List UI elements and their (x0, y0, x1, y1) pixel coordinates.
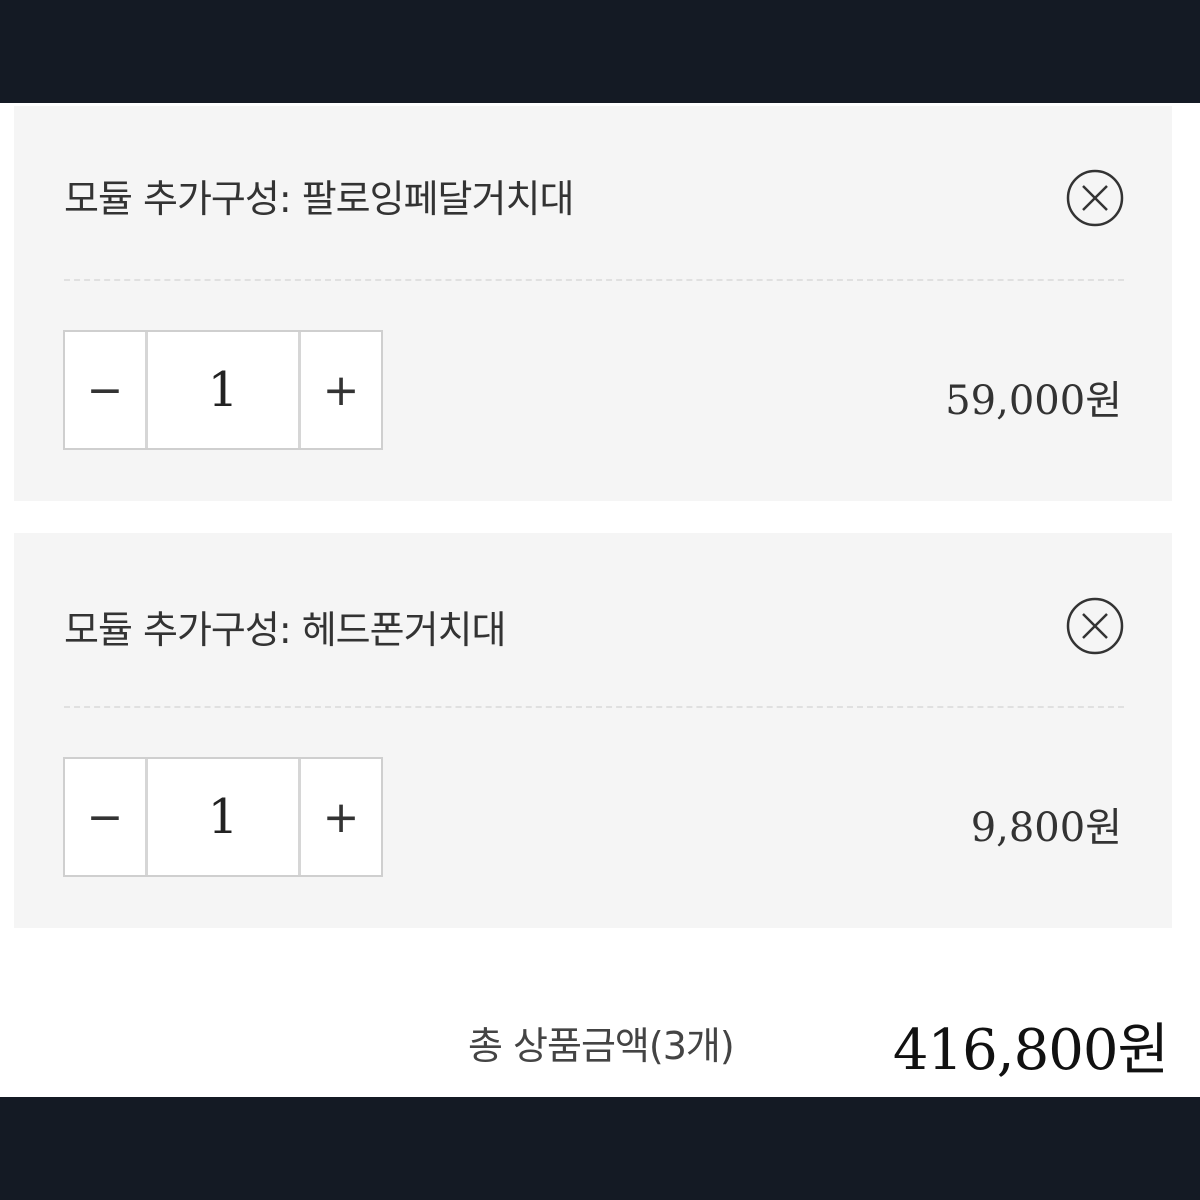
close-circle-icon (1066, 597, 1124, 655)
quantity-stepper: − 1 + (63, 330, 383, 450)
option-card: 모듈 추가구성: 헤드폰거치대 − 1 + 9,800원 (14, 533, 1172, 928)
quantity-stepper: − 1 + (63, 757, 383, 877)
top-bar (0, 0, 1200, 103)
dashed-divider (64, 706, 1124, 708)
remove-option-button[interactable] (1066, 597, 1124, 655)
decrement-button[interactable]: − (65, 332, 145, 448)
quantity-field[interactable]: 1 (145, 332, 301, 448)
option-card: 모듈 추가구성: 팔로잉페달거치대 − 1 + 59,000원 (14, 106, 1172, 501)
decrement-button[interactable]: − (65, 759, 145, 875)
option-price: 9,800원 (970, 805, 1122, 851)
total-label: 총 상품금액(3개) (468, 1024, 735, 1068)
dashed-divider (64, 279, 1124, 281)
total-price: 416,800원 (892, 1018, 1169, 1083)
option-price: 59,000원 (945, 378, 1122, 424)
option-title: 모듈 추가구성: 팔로잉페달거치대 (64, 177, 574, 221)
increment-button[interactable]: + (301, 759, 381, 875)
remove-option-button[interactable] (1066, 169, 1124, 227)
quantity-field[interactable]: 1 (145, 759, 301, 875)
option-title: 모듈 추가구성: 헤드폰거치대 (64, 608, 506, 652)
close-circle-icon (1066, 169, 1124, 227)
increment-button[interactable]: + (301, 332, 381, 448)
bottom-bar (0, 1097, 1200, 1200)
